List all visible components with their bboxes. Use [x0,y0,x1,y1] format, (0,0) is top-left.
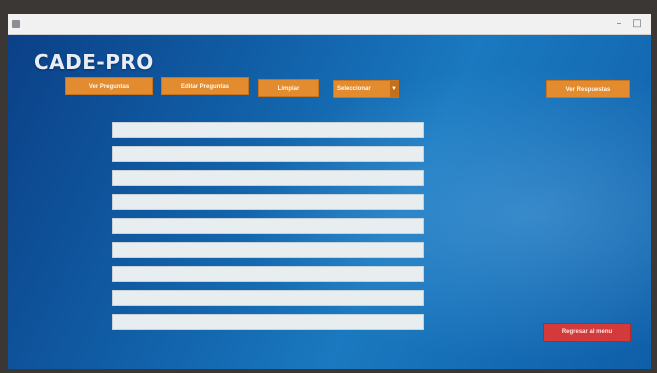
answer-field-1[interactable] [112,122,424,138]
minimize-button[interactable]: – [611,17,627,30]
ver-respuestas-button[interactable]: Ver Respuestas [546,80,630,98]
app-title: CADE-PRO [34,50,154,74]
seleccionar-dropdown[interactable]: Seleccionar ▼ [333,80,399,98]
answer-field-6[interactable] [112,242,424,258]
answer-fields-list [112,122,424,338]
title-bar: – □ [8,14,651,35]
regresar-al-menu-button[interactable]: Regresar al menu [543,323,631,342]
app-icon [12,20,20,28]
app-window: – □ CADE-PRO Ver Preguntas Editar Pregun… [8,14,651,369]
editar-preguntas-button[interactable]: Editar Preguntas [161,77,249,95]
answer-field-3[interactable] [112,170,424,186]
answer-field-4[interactable] [112,194,424,210]
limpiar-button[interactable]: Limpiar [258,79,319,97]
answer-field-8[interactable] [112,290,424,306]
chevron-down-icon[interactable]: ▼ [390,81,398,97]
ver-preguntas-button[interactable]: Ver Preguntas [65,77,153,95]
seleccionar-label: Seleccionar [337,86,371,92]
answer-field-2[interactable] [112,146,424,162]
maximize-button[interactable]: □ [629,17,645,30]
answer-field-7[interactable] [112,266,424,282]
answer-field-5[interactable] [112,218,424,234]
answer-field-9[interactable] [112,314,424,330]
